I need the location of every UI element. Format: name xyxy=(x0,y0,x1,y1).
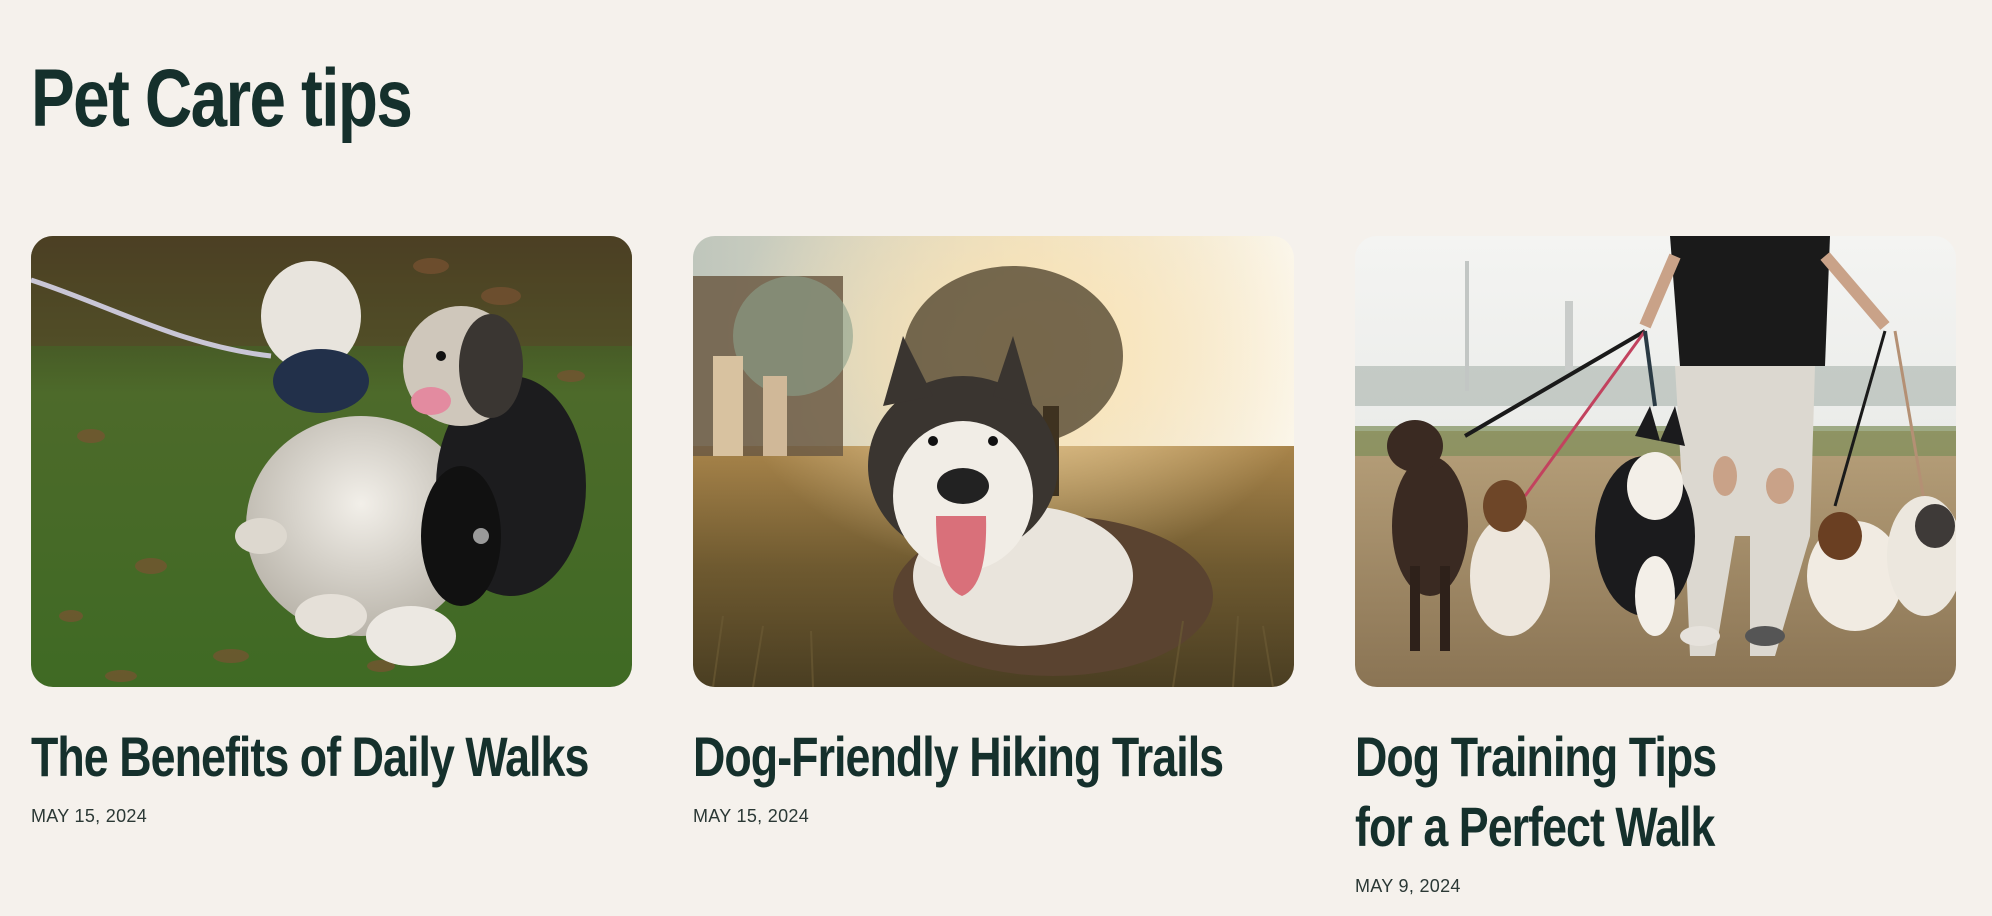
post-image-link[interactable] xyxy=(693,236,1294,687)
post-title[interactable]: Dog Training Tips for a Perfect Walk xyxy=(1355,722,1739,862)
post-card: Dog Training Tips for a Perfect Walk MAY… xyxy=(1355,236,1956,896)
post-date: MAY 9, 2024 xyxy=(1355,876,1461,896)
post-card: The Benefits of Daily Walks MAY 15, 2024 xyxy=(31,236,632,826)
post-image-dogs-on-grass xyxy=(31,236,632,687)
post-image-husky-in-grass xyxy=(693,236,1294,687)
post-date: MAY 15, 2024 xyxy=(693,806,810,826)
post-date: MAY 15, 2024 xyxy=(31,806,148,826)
section-title: Pet Care tips xyxy=(31,53,413,144)
post-title[interactable]: The Benefits of Daily Walks xyxy=(31,722,631,792)
post-image-dog-walker xyxy=(1355,236,1956,687)
post-card: Dog-Friendly Hiking Trails MAY 15, 2024 xyxy=(693,236,1294,826)
post-image-link[interactable] xyxy=(1355,236,1956,687)
post-image-link[interactable] xyxy=(31,236,632,687)
post-title[interactable]: Dog-Friendly Hiking Trails xyxy=(693,722,1293,792)
post-grid: The Benefits of Daily Walks MAY 15, 2024 xyxy=(31,236,1956,916)
